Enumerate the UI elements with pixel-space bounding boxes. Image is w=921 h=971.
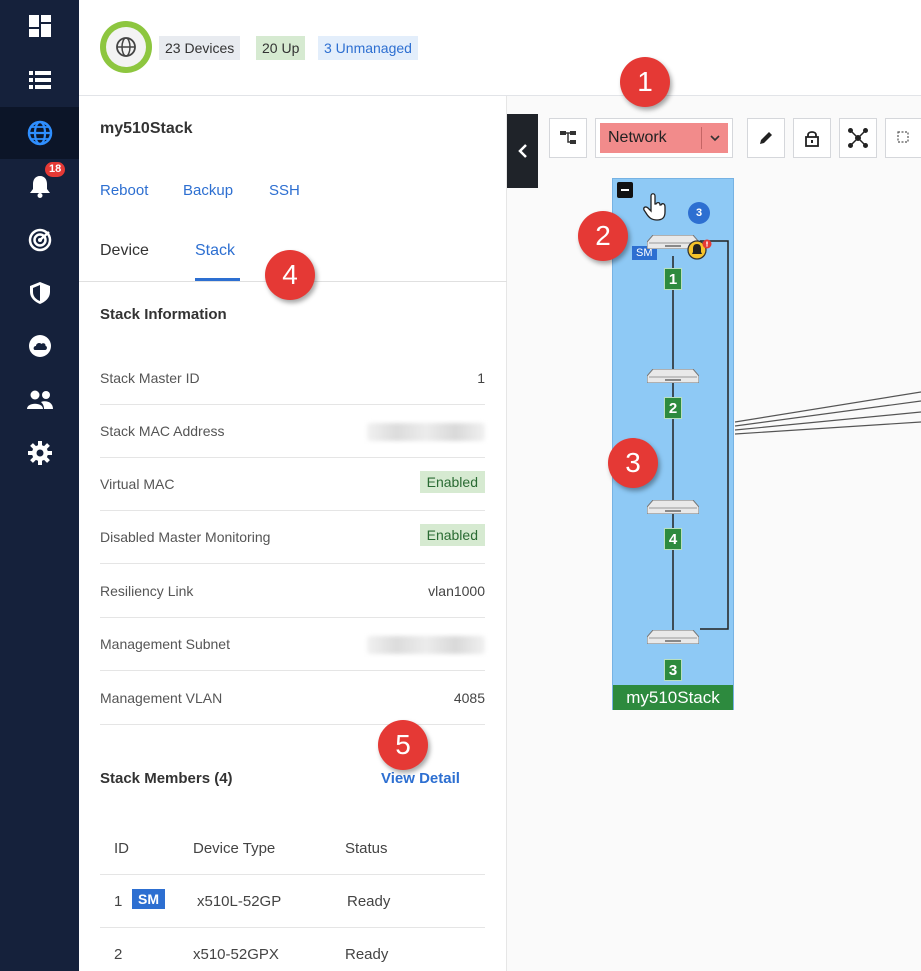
member-device-type: x510L-52GP (197, 893, 282, 910)
nav-settings[interactable] (0, 427, 79, 479)
info-label: Stack Master ID (100, 370, 200, 386)
radar-icon (28, 228, 51, 252)
cloud-icon (28, 335, 51, 357)
switch-icon[interactable] (647, 630, 699, 644)
gear-icon (27, 441, 52, 465)
stack-name-label: my510Stack (613, 685, 733, 710)
dashboard-icon (28, 15, 51, 37)
info-value: 1 (477, 370, 485, 386)
status-badge: Enabled (419, 524, 485, 546)
stack-member-number: 2 (664, 397, 682, 419)
shield-icon (29, 282, 50, 304)
bell-icon (29, 176, 50, 198)
network-status-ring[interactable] (100, 21, 152, 73)
col-header-id[interactable]: ID (114, 840, 129, 857)
info-row-master-id: Stack Master ID 1 (100, 352, 485, 405)
callout-1: 1 (620, 57, 670, 107)
info-row-virtual-mac: Virtual MAC Enabled (100, 458, 485, 511)
member-device-type: x510-52GPX (193, 946, 279, 963)
info-label: Virtual MAC (100, 476, 175, 492)
nav-list[interactable] (0, 54, 79, 106)
redacted-value (367, 636, 485, 654)
callout-3: 3 (608, 438, 658, 488)
nav-security[interactable] (0, 267, 79, 319)
nav-rail: 18 (0, 0, 79, 971)
hand-pointer-icon (643, 193, 666, 221)
info-value: 4085 (453, 690, 485, 706)
device-title: my510Stack (100, 120, 193, 137)
nav-dashboard[interactable] (0, 0, 79, 52)
ssh-link[interactable]: SSH (269, 182, 300, 199)
nav-cloud[interactable] (0, 320, 79, 372)
member-id: 1 (114, 893, 123, 910)
switch-icon[interactable] (647, 500, 699, 514)
nav-users[interactable] (0, 374, 79, 426)
info-label: Resiliency Link (100, 583, 194, 599)
callout-4: 4 (265, 250, 315, 300)
topology-canvas[interactable]: Network 3 SM 1 2 4 3 my510Stack (507, 96, 921, 971)
info-value: vlan1000 (428, 583, 485, 599)
users-icon (26, 390, 53, 409)
info-row-resiliency-link: Resiliency Link vlan1000 (100, 565, 485, 618)
info-row-management-vlan: Management VLAN 4085 (100, 672, 485, 725)
switch-icon[interactable] (647, 369, 699, 383)
tab-device[interactable]: Device (100, 242, 149, 260)
reboot-link[interactable]: Reboot (100, 182, 148, 199)
info-label: Disabled Master Monitoring (100, 529, 271, 545)
alarm-bell-icon (687, 239, 712, 260)
collapse-group-icon[interactable] (617, 182, 633, 198)
info-label: Stack MAC Address (100, 423, 225, 439)
nav-alerts[interactable] (0, 160, 79, 212)
stack-member-number: 1 (664, 268, 682, 290)
globe-icon (27, 120, 52, 146)
callout-2: 2 (578, 211, 628, 261)
member-status: Ready (345, 946, 389, 963)
table-row[interactable]: 2 x510-52GPX Ready (100, 927, 485, 971)
nav-radar[interactable] (0, 214, 79, 266)
tab-stack[interactable]: Stack (195, 242, 235, 260)
stack-members-title: Stack Members (4) (100, 770, 233, 787)
member-count-badge: 3 (688, 202, 710, 224)
backup-link[interactable]: Backup (183, 182, 233, 199)
header-bar: 23 Devices 20 Up 3 Unmanaged (79, 0, 921, 96)
info-label: Management VLAN (100, 690, 223, 706)
globe-icon (116, 37, 136, 57)
member-id: 2 (114, 946, 123, 963)
stack-cabling (672, 240, 729, 636)
member-status: Ready (347, 893, 391, 910)
list-icon (28, 71, 51, 89)
devices-count-chip[interactable]: 23 Devices (159, 36, 241, 60)
info-row-management-subnet: Management Subnet (100, 618, 485, 671)
view-detail-link[interactable]: View Detail (381, 770, 460, 787)
col-header-device-type[interactable]: Device Type (193, 840, 275, 857)
unmanaged-count-chip[interactable]: 3 Unmanaged (318, 36, 418, 60)
up-count-chip[interactable]: 20 Up (256, 36, 306, 60)
alert-count-badge: 18 (45, 162, 66, 177)
table-row[interactable]: 1 SM x510L-52GP Ready (100, 874, 485, 927)
col-header-status[interactable]: Status (345, 840, 388, 857)
stack-info-title: Stack Information (100, 306, 227, 323)
stack-member-number: 4 (664, 528, 682, 550)
info-row-mac-address: Stack MAC Address (100, 405, 485, 458)
redacted-value (367, 423, 485, 441)
nav-network[interactable] (0, 107, 79, 159)
stack-member-number: 3 (664, 659, 682, 681)
callout-5: 5 (378, 720, 428, 770)
device-detail-panel: my510Stack Reboot Backup SSH Device Stac… (79, 96, 507, 971)
info-row-master-monitoring: Disabled Master Monitoring Enabled (100, 511, 485, 564)
info-label: Management Subnet (100, 636, 230, 652)
stack-master-tag: SM (132, 889, 165, 909)
status-badge: Enabled (419, 471, 485, 493)
